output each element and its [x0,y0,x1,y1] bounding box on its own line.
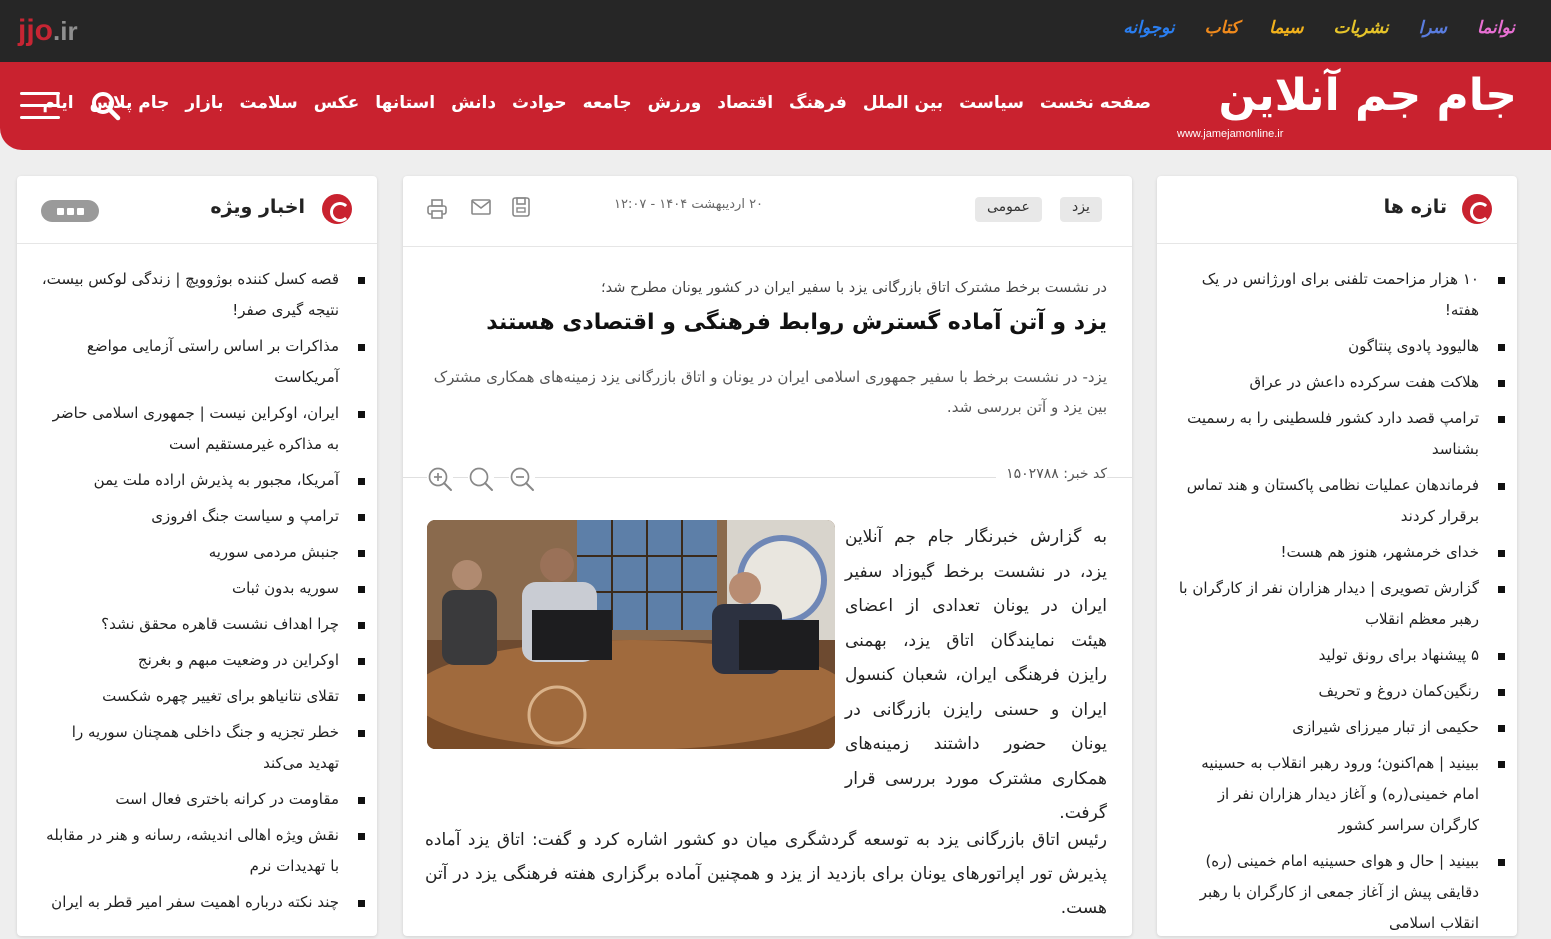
article-header-divider [403,246,1132,247]
news-list-item[interactable]: سوریه بدون ثبات [37,573,365,604]
panel-title: اخبار ویژه [210,196,305,218]
sister-site-link[interactable]: نشریات [1333,18,1388,38]
nav-item[interactable]: اقتصاد [717,93,773,113]
news-list-item[interactable]: ۱۰ هزار مزاحمت تلفنی برای اورژانس در یک … [1177,264,1505,326]
news-list-item[interactable]: ترامپ قصد دارد کشور فلسطینی را به رسمیت … [1177,403,1505,465]
nav-item[interactable]: سلامت [240,93,298,113]
news-list-item[interactable]: آمریکا، مجبور به پذیرش اراده ملت یمن [37,465,365,496]
sister-site-link[interactable]: سیما [1269,18,1303,38]
more-dots-button[interactable] [41,200,99,222]
zoom-out-icon[interactable] [509,466,535,492]
news-list-item[interactable]: هالیوود پادوی پنتاگون [1177,331,1505,362]
news-list-item[interactable]: خدای خرمشهر، هنوز هم هست! [1177,537,1505,568]
jjo-logo[interactable]: jjo.ir [18,14,78,48]
nav-item[interactable]: بازار [185,93,223,113]
nav-item[interactable]: بین الملل [863,93,943,113]
article-date: ۲۰ اردیبهشت ۱۴۰۴ - ۱۲:۰۷ [614,197,764,212]
article-lead: یزد- در نشست برخط با سفیر جمهوری اسلامی … [433,368,1107,416]
news-list-item[interactable]: اوکراین در وضعیت مبهم و بغرنج [37,645,365,676]
sister-site-link[interactable]: نوانما [1477,18,1515,38]
nav-item[interactable]: دانش [451,93,496,113]
jamejam-badge-icon [1462,194,1492,224]
panel-title: تازه ها [1383,196,1447,218]
print-icon[interactable] [426,198,448,220]
news-list-item[interactable]: ایران، اوکراین نیست | جمهوری اسلامی حاضر… [37,398,365,460]
nav-item[interactable]: عکس [314,93,360,113]
special-news-list: قصه کسل کننده بوژوویچ | زندگی لوکس بیست،… [17,244,377,918]
nav-item[interactable]: جامعه [583,93,632,113]
news-list-item[interactable]: ۵ پیشنهاد برای رونق تولید [1177,640,1505,671]
news-list-item[interactable]: رنگین‌کمان دروغ و تحریف [1177,676,1505,707]
news-code: کد خبر: ۱۵۰۲۷۸۸ [996,466,1107,482]
search-icon[interactable] [90,90,122,122]
news-list-item[interactable]: هلاکت هفت سرکرده داعش در عراق [1177,367,1505,398]
sister-site-link[interactable]: نوجوانه [1123,18,1174,38]
news-list-item[interactable]: ببینید | هم‌اکنون؛ ورود رهبر انقلاب به ح… [1177,748,1505,841]
email-icon[interactable] [470,196,492,218]
sister-site-link[interactable]: کتاب [1205,18,1239,38]
news-list-item[interactable]: چند نکته درباره اهمیت سفر امیر قطر به ای… [37,887,365,918]
panel-header: تازه ها [1157,176,1517,244]
main-nav: صفحه نخست سیاست بین الملل فرهنگ اقتصاد و… [43,93,1151,113]
nav-item[interactable]: حوادث [512,93,567,113]
special-news-panel: اخبار ویژه قصه کسل کننده بوژوویچ | زندگی… [17,176,377,936]
news-list-item[interactable]: مقاومت در کرانه باختری فعال است [37,784,365,815]
news-list-item[interactable]: جنبش مردمی سوریه [37,537,365,568]
site-logo[interactable]: جام جم آنلاین www.jamejamonline.ir [1177,70,1519,140]
article-photo[interactable] [427,520,835,749]
news-list-item[interactable]: قصه کسل کننده بوژوویچ | زندگی لوکس بیست،… [37,264,365,326]
save-icon[interactable] [510,196,532,218]
news-list-item[interactable]: نقش ویژه اهالی اندیشه، رسانه و هنر در مق… [37,820,365,882]
top-bar: jjo.ir نوانما سرا نشریات سیما کتاب نوجوا… [0,0,1551,62]
sister-site-link[interactable]: سرا [1419,18,1447,38]
news-list-item[interactable]: تقلای نتانیاهو برای تغییر چهره شکست [37,681,365,712]
news-list-item[interactable]: چرا اهداف نشست قاهره محقق نشد؟ [37,609,365,640]
news-list-item[interactable]: ترامپ و سیاست جنگ افروزی [37,501,365,532]
nav-item[interactable]: ورزش [648,93,702,113]
news-list-item[interactable]: مذاکرات بر اساس راستی آزمایی مواضع آمریک… [37,331,365,393]
news-list-item[interactable]: فرماندهان عملیات نظامی پاکستان و هند تما… [1177,470,1505,532]
nav-item[interactable]: صفحه نخست [1040,93,1151,113]
tag-chip[interactable]: یزد [1060,197,1102,222]
news-list-item[interactable]: خطر تجزیه و جنگ داخلی همچنان سوریه را ته… [37,717,365,779]
nav-item[interactable]: استانها [375,93,435,113]
jamejam-badge-icon [322,194,352,224]
news-list-item[interactable]: گزارش تصویری | دیدار هزاران نفر از کارگر… [1177,573,1505,635]
latest-news-panel: تازه ها ۱۰ هزار مزاحمت تلفنی برای اورژان… [1157,176,1517,936]
tag-chip[interactable]: عمومی [975,197,1042,222]
article-subtitle: در نشست برخط مشترک اتاق بازرگانی یزد با … [601,280,1107,296]
article-body-paragraph: رئیس اتاق بازرگانی یزد به توسعه گردشگری … [425,830,1107,918]
latest-news-list: ۱۰ هزار مزاحمت تلفنی برای اورژانس در یک … [1157,244,1517,939]
nav-item[interactable]: سیاست [959,93,1024,113]
news-list-item[interactable]: حکیمی از تبار میرزای شیرازی [1177,712,1505,743]
article-title: یزد و آتن آماده گسترش روابط فرهنگی و اقت… [486,310,1107,335]
sister-sites: نوانما سرا نشریات سیما کتاب نوجوانه [1123,18,1515,38]
article-body-paragraph: به گزارش خبرنگار جام جم آنلاین یزد، در ن… [845,527,1107,823]
menu-icon[interactable] [20,92,60,120]
zoom-reset-icon[interactable] [468,466,494,492]
zoom-in-icon[interactable] [427,466,453,492]
nav-item[interactable]: فرهنگ [789,93,847,113]
news-list-item[interactable]: ببینید | حال و هوای حسینیه امام خمینی (ر… [1177,846,1505,939]
panel-header: اخبار ویژه [17,176,377,244]
